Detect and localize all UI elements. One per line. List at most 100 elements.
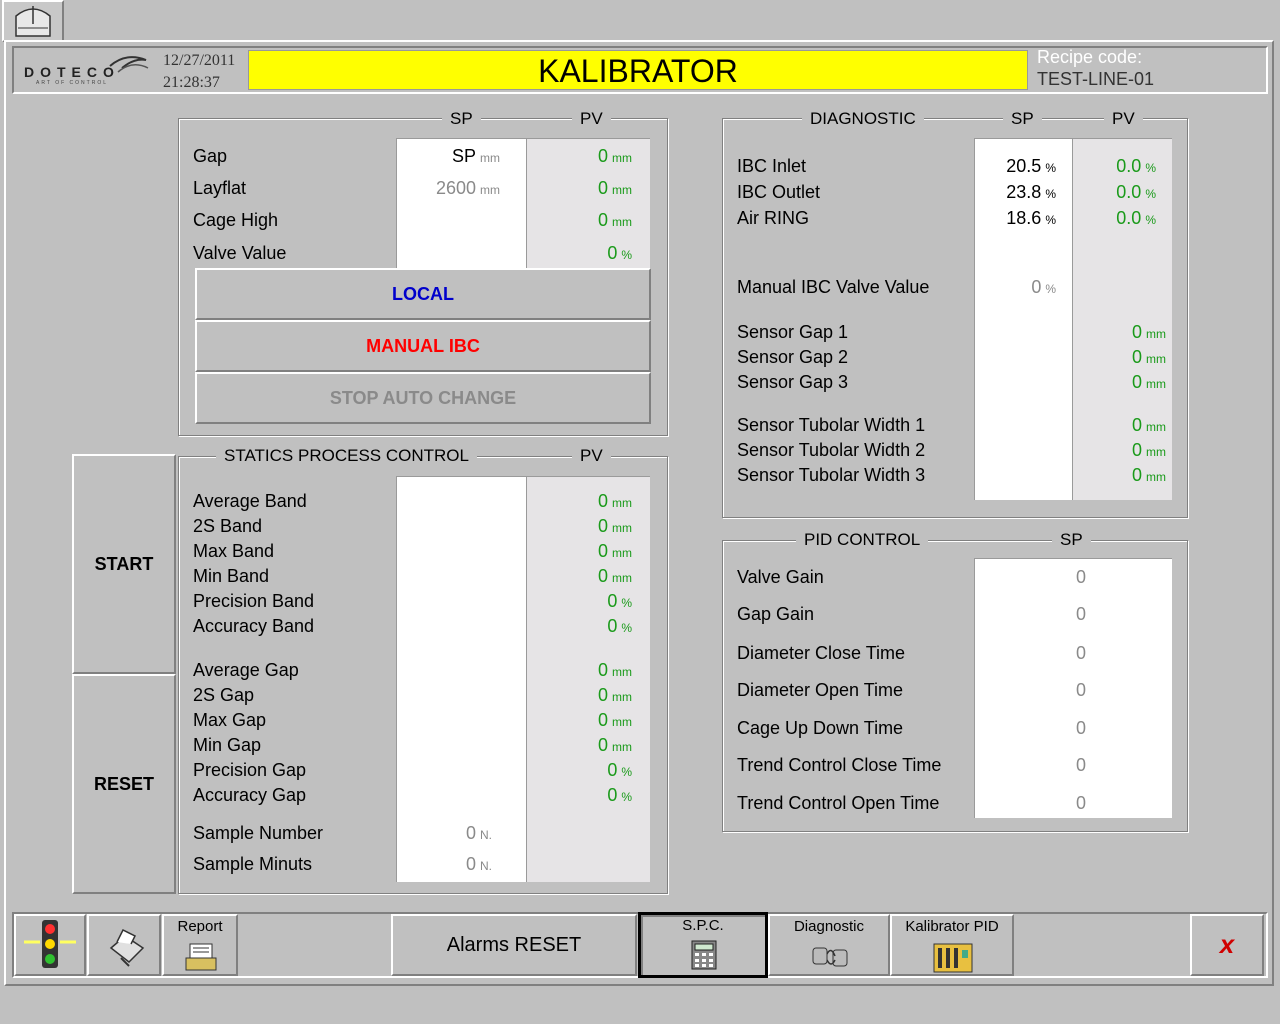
statics-row-pv: 0 mm bbox=[597, 710, 632, 730]
main-row-sp[interactable]: SP mm bbox=[400, 145, 500, 169]
pid-title: PID CONTROL bbox=[796, 530, 929, 550]
main-sp-header: SP bbox=[442, 109, 481, 129]
brand-name: DOTECO bbox=[24, 64, 120, 80]
start-button[interactable]: START bbox=[72, 454, 176, 674]
statics-row-label: Max Band bbox=[193, 541, 275, 561]
statics-row-pv: 0 mm bbox=[597, 660, 632, 680]
statics-row-pv: 0% bbox=[607, 785, 632, 805]
close-button[interactable]: x bbox=[1190, 914, 1264, 976]
statics-row-label: Min Band bbox=[193, 566, 270, 586]
main-row-pv: 0% bbox=[607, 243, 632, 263]
statics-row-label: Accuracy Band bbox=[193, 616, 315, 636]
reset-button[interactable]: RESET bbox=[72, 674, 176, 894]
sensor-row-label: Sensor Tubolar Width 3 bbox=[737, 465, 926, 485]
sensor-row-label: Sensor Tubolar Width 2 bbox=[737, 440, 926, 460]
local-button[interactable]: LOCAL bbox=[195, 268, 651, 320]
manual-ibc-valve-value: 0% bbox=[1031, 277, 1056, 297]
report-printer-icon bbox=[185, 943, 217, 971]
manual-ibc-valve-label: Manual IBC Valve Value bbox=[737, 277, 930, 297]
main-row-pv: 0 mm bbox=[597, 178, 632, 198]
pid-row-sp[interactable]: 0 bbox=[976, 566, 1086, 588]
spc-button[interactable]: S.P.C. bbox=[638, 912, 768, 978]
statics-row-pv: 0 mm bbox=[597, 685, 632, 705]
ibc-row-sp[interactable]: 18.6% bbox=[976, 207, 1056, 231]
diagnostic-label: Diagnostic bbox=[793, 918, 865, 935]
diagnostic-title: DIAGNOSTIC bbox=[802, 109, 924, 129]
spc-label: S.P.C. bbox=[682, 917, 724, 934]
statics-row-label: Accuracy Gap bbox=[193, 785, 307, 805]
print-button[interactable] bbox=[87, 914, 161, 976]
main-row-pv: 0 mm bbox=[597, 146, 632, 166]
main-row-label: Gap bbox=[193, 146, 228, 166]
ibc-row-label: IBC Outlet bbox=[737, 182, 821, 202]
pid-sp-header: SP bbox=[1052, 530, 1091, 550]
pid-row-sp[interactable]: 0 bbox=[976, 603, 1086, 625]
sample-number-label: Sample Number bbox=[193, 823, 324, 843]
statics-row-pv: 0 mm bbox=[597, 735, 632, 755]
sensor-row-pv: 0 mm bbox=[1131, 372, 1166, 392]
window-icon-button[interactable] bbox=[2, 0, 64, 42]
statics-row-pv: 0% bbox=[607, 616, 632, 636]
statics-row-pv: 0 mm bbox=[597, 566, 632, 586]
pid-row-label: Gap Gain bbox=[737, 604, 815, 624]
statics-row-label: Precision Gap bbox=[193, 760, 307, 780]
brand-tagline: ART OF CONTROL bbox=[36, 80, 108, 86]
pid-row-label: Valve Gain bbox=[737, 567, 824, 587]
ibc-row-sp[interactable]: 23.8% bbox=[976, 181, 1056, 205]
report-button[interactable]: Report bbox=[162, 914, 238, 976]
kalibrator-pid-label: Kalibrator PID bbox=[905, 918, 999, 935]
header-time: 21:28:37 bbox=[163, 74, 220, 91]
report-label: Report bbox=[177, 918, 223, 935]
pid-row-sp[interactable]: 0 bbox=[976, 792, 1086, 814]
sensor-row-label: Sensor Tubolar Width 1 bbox=[737, 415, 926, 435]
ibc-row-sp[interactable]: 20.5% bbox=[976, 155, 1056, 179]
diagnostic-pv-header: PV bbox=[1104, 109, 1143, 129]
kalibrator-pid-button[interactable]: Kalibrator PID bbox=[890, 914, 1014, 976]
main-row-label: Cage High bbox=[193, 210, 279, 230]
traffic-light-button[interactable] bbox=[14, 914, 86, 976]
pid-row-label: Diameter Open Time bbox=[737, 680, 904, 700]
sensor-row-pv: 0 mm bbox=[1131, 415, 1166, 435]
ibc-row-pv: 0.0% bbox=[1116, 208, 1156, 228]
statics-row-label: Max Gap bbox=[193, 710, 267, 730]
ibc-row-pv: 0.0% bbox=[1116, 156, 1156, 176]
alarms-reset-button[interactable]: Alarms RESET bbox=[391, 914, 637, 976]
main-row-pv: 0 mm bbox=[597, 210, 632, 230]
stop-auto-change-button[interactable]: STOP AUTO CHANGE bbox=[195, 372, 651, 424]
statics-row-label: 2S Gap bbox=[193, 685, 255, 705]
page-title-bar: KALIBRATOR bbox=[248, 50, 1028, 90]
sensor-row-label: Sensor Gap 2 bbox=[737, 347, 849, 367]
main-row-label: Layflat bbox=[193, 178, 247, 198]
statics-row-label: Min Gap bbox=[193, 735, 262, 755]
diagnostic-sp-header: SP bbox=[1003, 109, 1042, 129]
ibc-row-pv: 0.0% bbox=[1116, 182, 1156, 202]
sensor-row-label: Sensor Gap 1 bbox=[737, 322, 849, 342]
pid-row-label: Diameter Close Time bbox=[737, 643, 906, 663]
statics-pv-header: PV bbox=[572, 446, 611, 466]
close-icon: x bbox=[1219, 929, 1235, 959]
pid-row-sp[interactable]: 0 bbox=[976, 717, 1086, 739]
statics-row-label: 2S Band bbox=[193, 516, 263, 536]
statics-row-label: Average Gap bbox=[193, 660, 299, 680]
sensor-row-pv: 0 mm bbox=[1131, 440, 1166, 460]
doteco-logo: DOTECO ART OF CONTROL bbox=[22, 50, 152, 90]
sensor-row-pv: 0 mm bbox=[1131, 347, 1166, 367]
sample-minuts-label: Sample Minuts bbox=[193, 854, 313, 874]
statics-row-label: Precision Band bbox=[193, 591, 315, 611]
statics-title: STATICS PROCESS CONTROL bbox=[216, 446, 477, 466]
ibc-row-label: Air RING bbox=[737, 208, 809, 228]
pid-row-sp[interactable]: 0 bbox=[976, 754, 1086, 776]
pid-row-sp[interactable]: 0 bbox=[976, 642, 1086, 664]
header-date: 12/27/2011 bbox=[163, 52, 236, 69]
diagnostic-button[interactable]: Diagnostic bbox=[768, 914, 890, 976]
main-row-sp[interactable]: 2600 mm bbox=[400, 177, 500, 201]
sensor-row-pv: 0 mm bbox=[1131, 322, 1166, 342]
manual-ibc-button[interactable]: MANUAL IBC bbox=[195, 320, 651, 372]
traffic-light-icon bbox=[24, 920, 76, 968]
pid-row-sp[interactable]: 0 bbox=[976, 679, 1086, 701]
diagnostic-icon bbox=[812, 947, 848, 967]
statics-row-pv: 0 mm bbox=[597, 516, 632, 536]
page-title: KALIBRATOR bbox=[538, 53, 738, 89]
sensor-row-pv: 0 mm bbox=[1131, 465, 1166, 485]
pid-row-label: Trend Control Close Time bbox=[737, 755, 942, 775]
